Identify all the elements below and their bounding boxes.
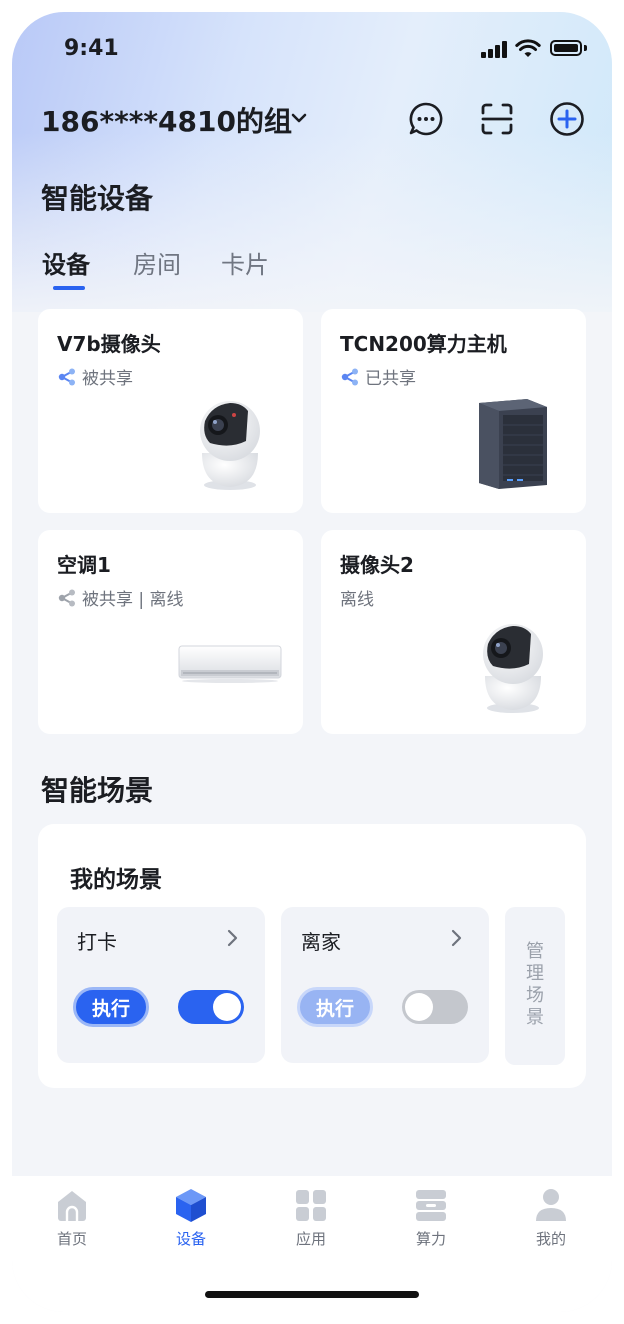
nav-item-compute[interactable]: 算力	[386, 1188, 476, 1258]
device-status-text: 已共享	[365, 369, 416, 389]
scene-card-clock-in[interactable]: 打卡 执行	[57, 907, 265, 1063]
group-selector[interactable]: 186****4810的组	[41, 100, 292, 140]
device-status: 被共享 | 离线	[57, 585, 184, 610]
status-time: 9:41	[64, 36, 119, 61]
home-icon	[58, 1191, 86, 1221]
devices-section-title: 智能设备	[41, 182, 154, 215]
nav-label: 首页	[56, 1230, 87, 1248]
battery-tip	[584, 45, 587, 51]
chevron-right-icon[interactable]	[449, 927, 463, 949]
device-card-v7b-camera[interactable]: V7b摄像头 被共享	[38, 309, 303, 513]
share-icon	[58, 589, 75, 606]
grid-icon	[296, 1190, 326, 1221]
manage-scenes-label: 管理场景	[526, 941, 544, 1028]
active-tab-indicator	[53, 286, 85, 290]
tab-devices[interactable]: 设备	[42, 245, 90, 280]
cube-icon	[176, 1189, 206, 1222]
scan-icon[interactable]	[479, 101, 515, 137]
device-card-air-conditioner[interactable]: 空调1 被共享 | 离线	[38, 530, 303, 734]
device-status: 已共享	[340, 364, 416, 389]
toggle-knob	[405, 993, 433, 1021]
device-status-text: 被共享	[82, 369, 133, 389]
nav-label: 应用	[295, 1230, 326, 1248]
nav-label: 算力	[415, 1230, 446, 1248]
tab-rooms[interactable]: 房间	[133, 245, 181, 280]
nav-label: 我的	[535, 1230, 566, 1248]
device-name: V7b摄像头	[57, 332, 161, 356]
gradient-fade	[12, 132, 612, 332]
manage-scenes-button[interactable]: 管理场景	[505, 907, 565, 1065]
device-status-text: 被共享 | 离线	[82, 590, 184, 610]
nav-item-apps[interactable]: 应用	[266, 1188, 356, 1258]
server-icon	[416, 1190, 446, 1221]
phone-screen: 9:41 186****4810的组 智能设备 设备 房间 卡片 V7b摄像头	[12, 12, 612, 1312]
message-icon[interactable]	[408, 101, 444, 137]
my-scenes-card: 我的场景 打卡 执行 离家 执行 管理场景	[38, 824, 586, 1088]
chevron-right-icon[interactable]	[225, 927, 239, 949]
wifi-icon	[515, 39, 541, 57]
scene-card-leave-home[interactable]: 离家 执行	[281, 907, 489, 1063]
nav-item-me[interactable]: 我的	[506, 1188, 596, 1258]
tab-cards[interactable]: 卡片	[221, 245, 269, 280]
home-indicator[interactable]	[205, 1291, 419, 1298]
toggle-knob	[213, 993, 241, 1021]
device-name: TCN200算力主机	[340, 332, 507, 356]
execute-button[interactable]: 执行	[73, 987, 149, 1027]
nav-item-home[interactable]: 首页	[27, 1188, 117, 1258]
battery-icon	[550, 40, 582, 56]
device-status: 被共享	[57, 364, 133, 389]
device-name: 空调1	[57, 553, 111, 577]
chevron-down-icon[interactable]	[290, 112, 308, 124]
add-icon[interactable]	[549, 101, 585, 137]
camera-device-image	[483, 624, 543, 713]
nav-label: 设备	[175, 1230, 206, 1248]
cellular-signal-icon	[481, 40, 511, 58]
scenes-section-title: 智能场景	[41, 774, 154, 807]
camera-device-image	[200, 401, 260, 490]
device-card-camera-2[interactable]: 摄像头2 离线	[321, 530, 586, 734]
device-status-text: 离线	[340, 590, 374, 610]
scene-name: 离家	[301, 930, 341, 954]
nav-item-devices[interactable]: 设备	[146, 1188, 236, 1258]
scene-toggle[interactable]	[402, 990, 468, 1024]
share-icon	[341, 368, 358, 385]
device-status: 离线	[340, 585, 374, 610]
scene-name: 打卡	[77, 930, 117, 954]
scene-toggle[interactable]	[178, 990, 244, 1024]
air-conditioner-image	[178, 645, 282, 683]
device-name: 摄像头2	[340, 553, 414, 577]
share-icon	[58, 368, 75, 385]
person-icon	[536, 1189, 566, 1221]
device-card-tcn200-host[interactable]: TCN200算力主机 已共享	[321, 309, 586, 513]
my-scenes-title: 我的场景	[70, 867, 162, 893]
host-device-image	[479, 399, 547, 489]
execute-button[interactable]: 执行	[297, 987, 373, 1027]
